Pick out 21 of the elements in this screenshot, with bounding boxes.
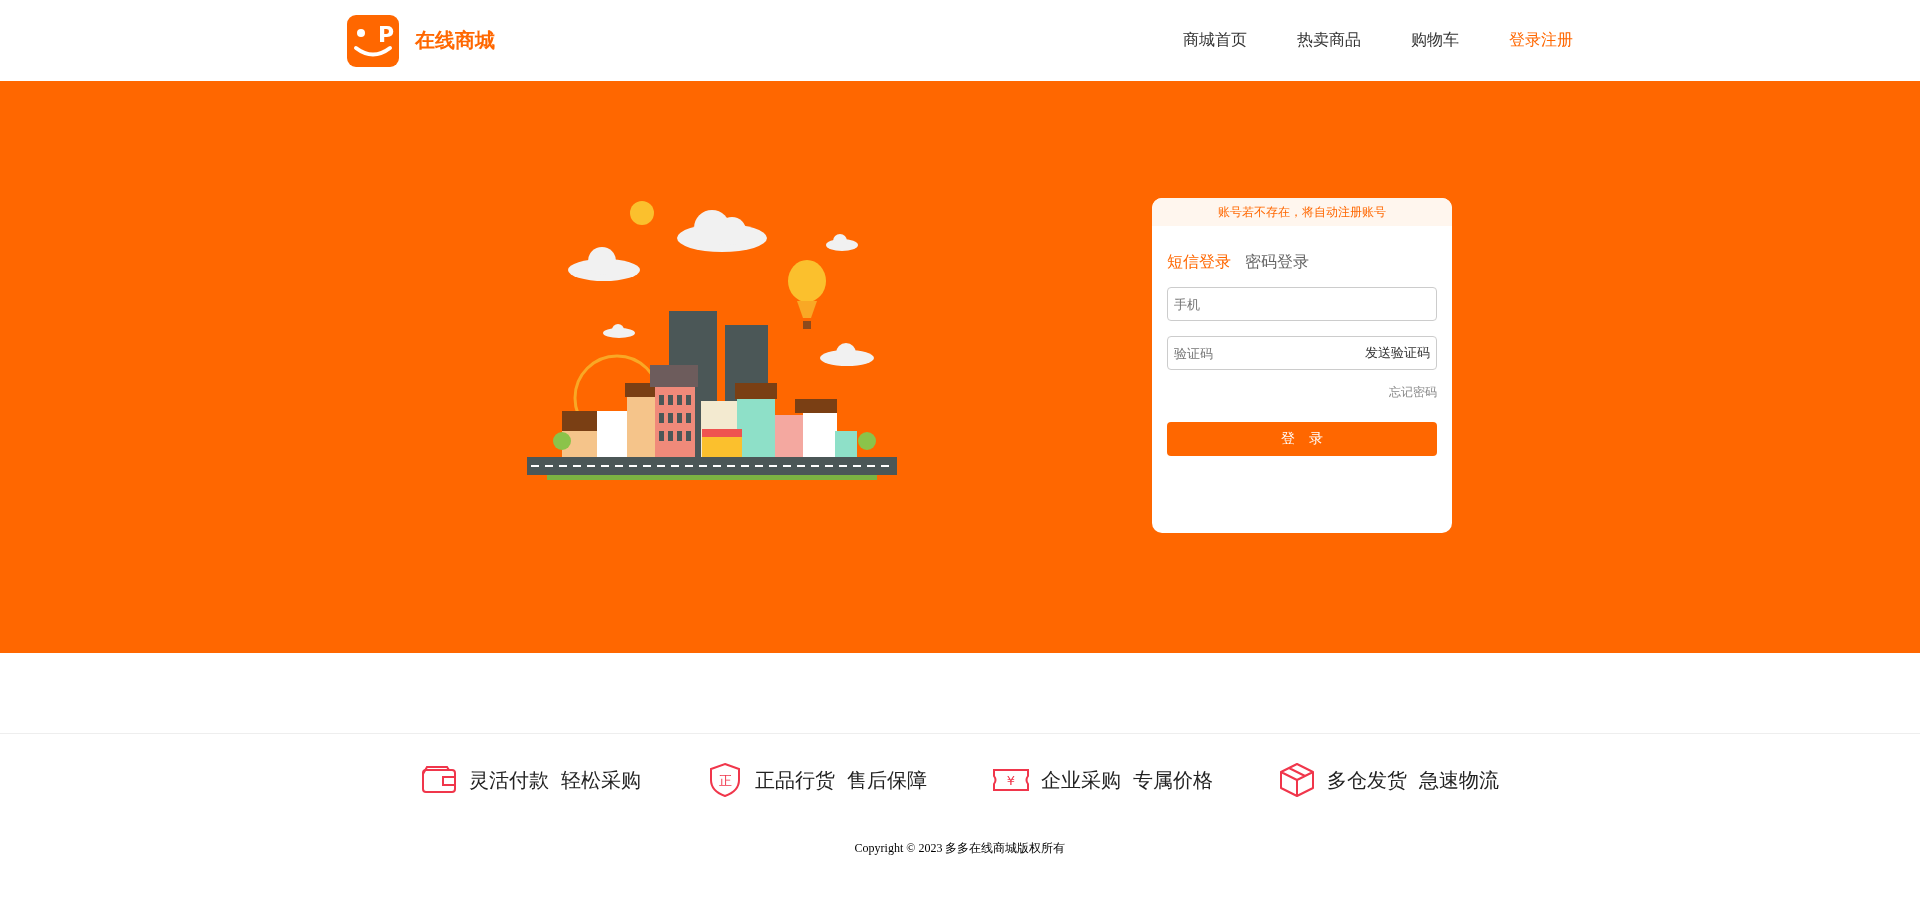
copyright-text: Copyright © 2023 多多在线商城版权所有 [853,840,1067,857]
feature-text: 灵活付款 [469,766,549,794]
phone-input[interactable]: 手机 [1167,287,1437,321]
brand-name: 在线商城 [415,28,495,53]
notice-banner: 账号若不存在，将自动注册账号 [1152,198,1452,226]
nav-link[interactable]: 购物车 [1411,30,1459,51]
feature-text: 多仓发货 [1327,766,1407,794]
feature-text: 正品行货 [755,766,835,794]
login-tab[interactable]: 密码登录 [1245,252,1309,273]
forgot-password-link[interactable]: 忘记密码 [1389,384,1437,401]
send-code-link[interactable]: 发送验证码 [1365,344,1430,362]
feature-text: 轻松采购 [561,766,641,794]
feature-text: 急速物流 [1419,766,1499,794]
feature-text: 售后保障 [847,766,927,794]
code-input[interactable]: 验证码 发送验证码 [1167,336,1437,370]
nav-link[interactable]: 热卖商品 [1297,30,1361,51]
shield-icon: 正 [707,762,743,798]
feature-text: 专属价格 [1133,766,1213,794]
box-icon [1279,762,1315,798]
nav-link[interactable]: 商城首页 [1183,30,1247,51]
feature-text: 企业采购 [1041,766,1121,794]
